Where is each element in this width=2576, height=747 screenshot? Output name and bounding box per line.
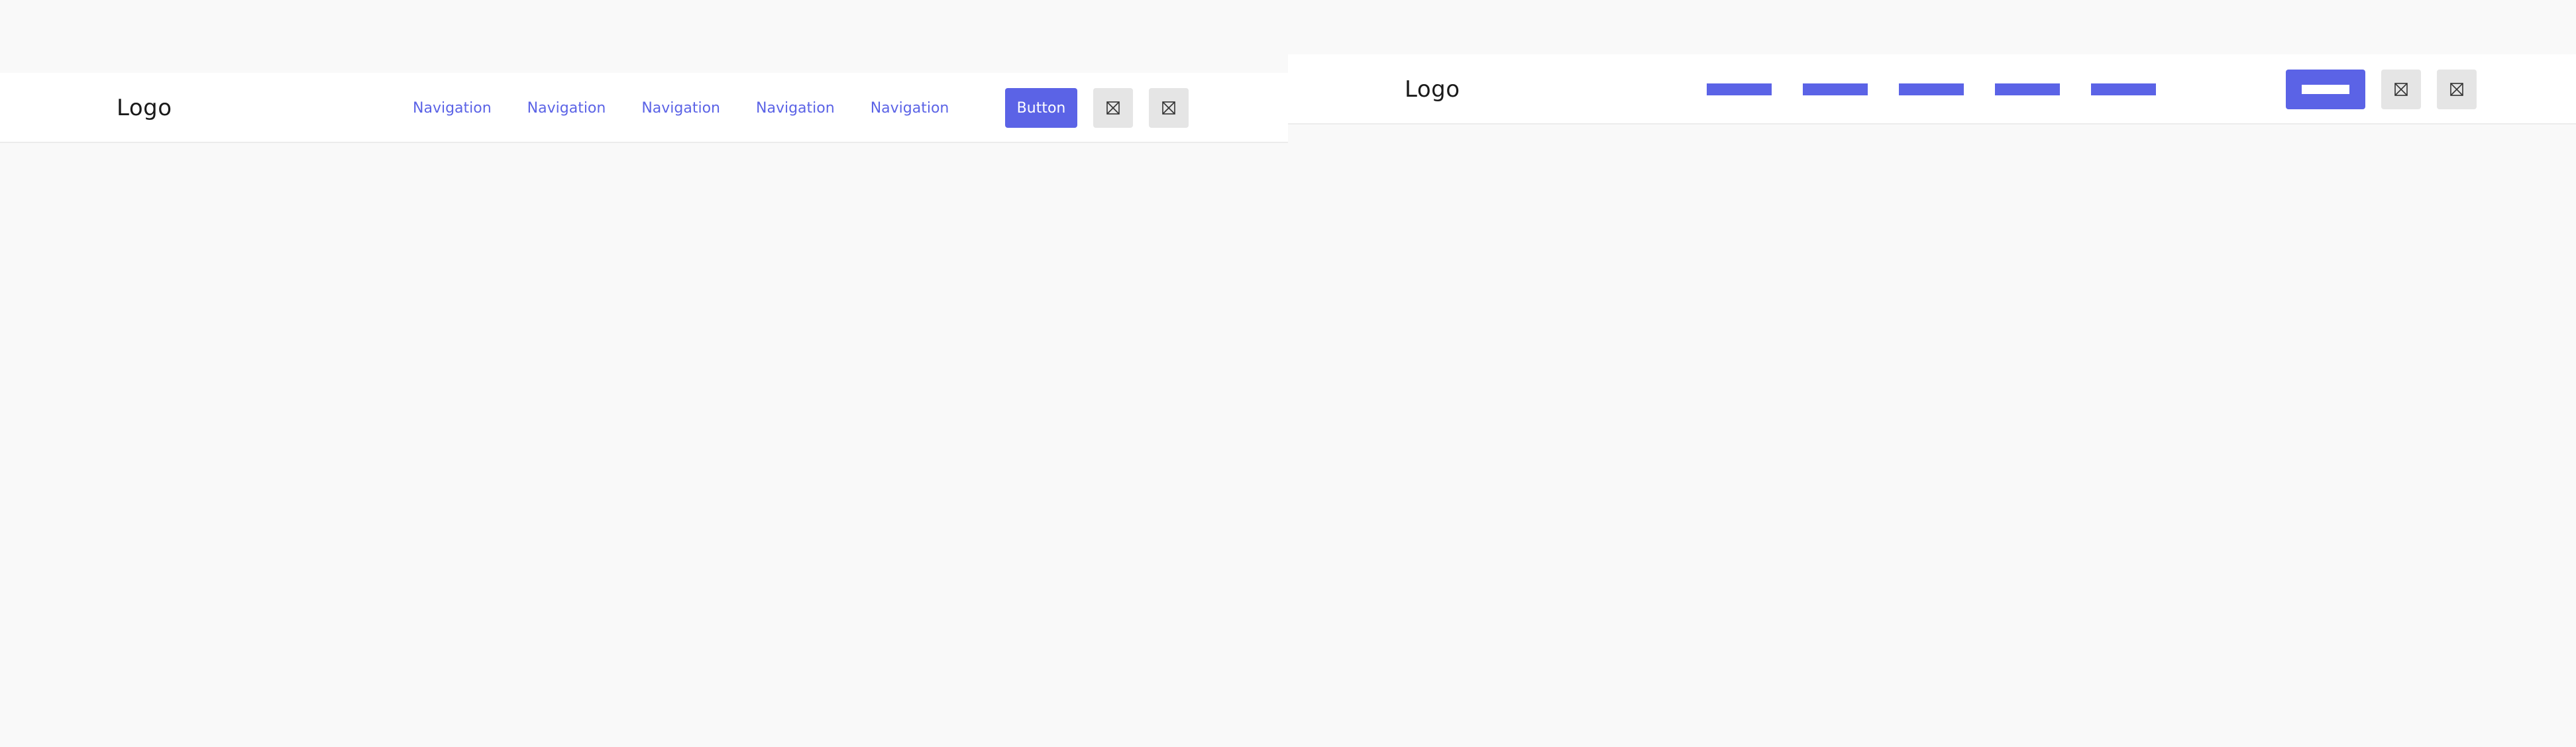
placeholder-icon — [1106, 101, 1120, 115]
primary-button-skeleton[interactable] — [2286, 70, 2365, 109]
header-actions-skeleton — [2286, 54, 2477, 124]
nav-link-skeleton-5[interactable] — [2091, 83, 2156, 95]
icon-button-1[interactable] — [2381, 70, 2421, 109]
nav-link-2[interactable]: Navigation — [527, 100, 606, 117]
nav-menu-skeleton — [1707, 54, 2156, 124]
primary-button[interactable]: Button — [1005, 88, 1077, 128]
nav-link-4[interactable]: Navigation — [756, 100, 835, 117]
header-actions: Button — [1005, 73, 1189, 143]
button-label-skeleton — [2302, 85, 2349, 94]
header-bar-skeleton: Logo — [1288, 54, 2576, 124]
header-bar: Logo Navigation Navigation Navigation Na… — [0, 73, 1288, 143]
nav-link-3[interactable]: Navigation — [641, 100, 720, 117]
nav-link-skeleton-2[interactable] — [1803, 83, 1868, 95]
nav-link-1[interactable]: Navigation — [413, 100, 492, 117]
placeholder-icon — [1162, 101, 1175, 115]
icon-button-2[interactable] — [2437, 70, 2477, 109]
nav-link-5[interactable]: Navigation — [871, 100, 949, 117]
nav-link-skeleton-4[interactable] — [1995, 83, 2060, 95]
logo[interactable]: Logo — [1405, 54, 1460, 124]
canvas: Logo Navigation Navigation Navigation Na… — [0, 0, 2576, 747]
left-panel: Logo Navigation Navigation Navigation Na… — [0, 0, 1288, 747]
right-panel: Logo — [1288, 0, 2576, 747]
nav-link-skeleton-3[interactable] — [1899, 83, 1964, 95]
nav-link-skeleton-1[interactable] — [1707, 83, 1772, 95]
placeholder-icon — [2450, 83, 2463, 96]
nav-menu: Navigation Navigation Navigation Navigat… — [413, 73, 949, 143]
placeholder-icon — [2394, 83, 2408, 96]
logo[interactable]: Logo — [117, 73, 172, 143]
icon-button-1[interactable] — [1093, 88, 1133, 128]
icon-button-2[interactable] — [1149, 88, 1189, 128]
